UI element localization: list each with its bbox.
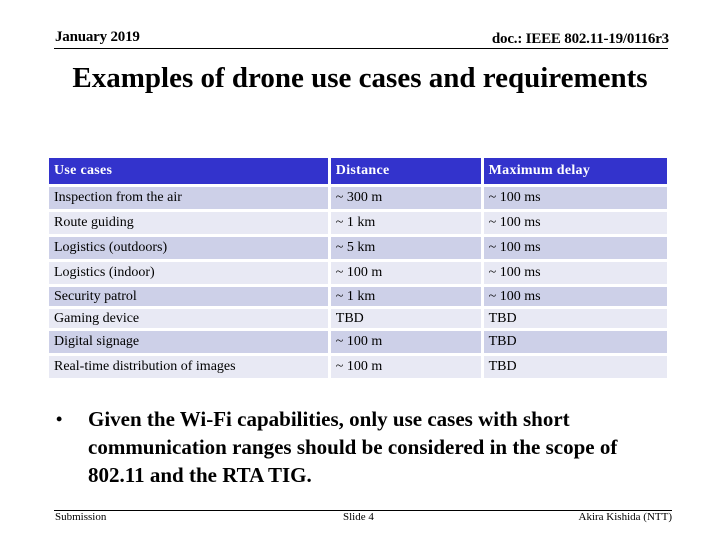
cell-use-case: Security patrol [49,287,328,306]
use-cases-table: Use cases Distance Maximum delay Inspect… [46,155,670,381]
cell-delay: TBD [483,331,667,353]
header-divider [54,48,668,49]
cell-delay: ~ 100 ms [483,287,667,306]
bullet-text: Given the Wi-Fi capabilities, only use c… [88,407,618,487]
cell-use-case: Logistics (outdoors) [49,237,328,259]
cell-delay: TBD [483,356,667,378]
cell-distance: ~ 300 m [330,187,481,209]
cell-distance: ~ 1 km [330,212,481,234]
table-row: Logistics (indoor) ~ 100 m ~ 100 ms [49,262,667,284]
cell-use-case: Gaming device [49,309,328,328]
table-row: Logistics (outdoors) ~ 5 km ~ 100 ms [49,237,667,259]
cell-distance: ~ 100 m [330,331,481,353]
header-doc-id: doc.: IEEE 802.11-19/0116r3 [491,31,669,47]
cell-delay: TBD [483,309,667,328]
table-row: Digital signage ~ 100 m TBD [49,331,667,353]
cell-delay: ~ 100 ms [483,212,667,234]
table-header-row: Use cases Distance Maximum delay [49,158,667,184]
column-header-distance: Distance [330,158,481,184]
cell-use-case: Logistics (indoor) [49,262,328,284]
cell-distance: ~ 1 km [330,287,481,306]
column-header-maximum-delay: Maximum delay [483,158,667,184]
table-row: Security patrol ~ 1 km ~ 100 ms [49,287,667,306]
slide-title: Examples of drone use cases and requirem… [72,62,648,94]
table-row: Route guiding ~ 1 km ~ 100 ms [49,212,667,234]
column-header-use-cases: Use cases [49,158,328,184]
cell-use-case: Inspection from the air [49,187,328,209]
header-date: January 2019 [55,29,140,45]
cell-distance: ~ 100 m [330,356,481,378]
cell-delay: ~ 100 ms [483,237,667,259]
cell-distance: ~ 100 m [330,262,481,284]
cell-distance: ~ 5 km [330,237,481,259]
footer-slide-number: Slide 4 [343,511,374,523]
cell-delay: ~ 100 ms [483,262,667,284]
bullet-point: • Given the Wi-Fi capabilities, only use… [56,405,676,489]
cell-delay: ~ 100 ms [483,187,667,209]
footer-author: Akira Kishida (NTT) [578,511,672,523]
cell-distance: TBD [330,309,481,328]
footer-submission: Submission [55,511,107,523]
table-row: Real-time distribution of images ~ 100 m… [49,356,667,378]
bullet-icon: • [56,409,63,429]
cell-use-case: Route guiding [49,212,328,234]
cell-use-case: Real-time distribution of images [49,356,328,378]
table-row: Inspection from the air ~ 300 m ~ 100 ms [49,187,667,209]
table-row: Gaming device TBD TBD [49,309,667,328]
cell-use-case: Digital signage [49,331,328,353]
